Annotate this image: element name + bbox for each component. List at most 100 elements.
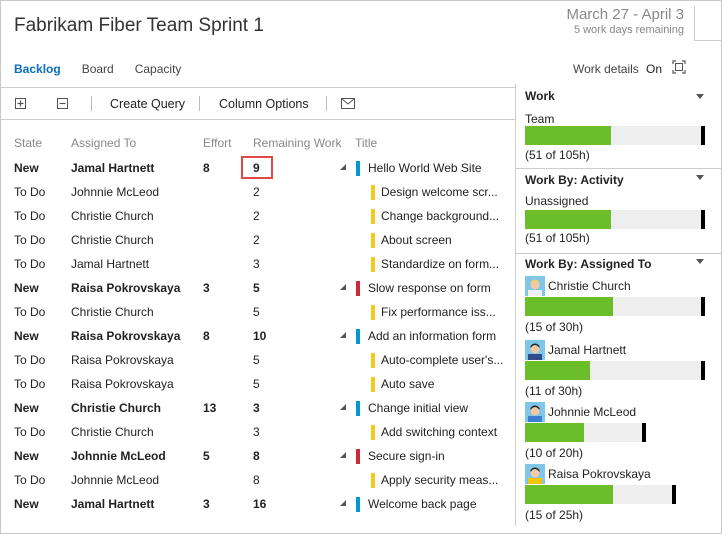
- row-title: Change background...: [381, 209, 500, 223]
- row-state: To Do: [14, 425, 46, 439]
- table-row[interactable]: New Johnnie McLeod 5 8 Secure sign-in: [0, 444, 515, 468]
- avatar: [525, 340, 545, 360]
- activity-unassigned-label: Unassigned: [525, 194, 589, 208]
- chevron-down-icon[interactable]: [696, 94, 704, 99]
- avatar: [525, 464, 545, 484]
- table-row[interactable]: To Do Raisa Pokrovskaya 5 Auto-complete use…: [0, 348, 515, 372]
- collapse-all-icon[interactable]: [57, 98, 68, 109]
- row-assigned-to: Raisa Pokrovskaya: [71, 329, 181, 343]
- column-header-assigned-to[interactable]: Assigned To: [71, 136, 136, 150]
- assigned-person-bar-fill: [525, 485, 613, 504]
- row-state: To Do: [14, 377, 46, 391]
- toolbar-separator: [326, 96, 327, 111]
- collapse-triangle-icon[interactable]: [340, 332, 346, 338]
- table-row[interactable]: To Do Christie Church 3 Add switching conte…: [0, 420, 515, 444]
- table-row[interactable]: To Do Christie Church 2 About screen: [0, 228, 515, 252]
- email-icon[interactable]: [341, 98, 355, 109]
- chevron-down-icon[interactable]: [696, 259, 704, 264]
- table-row[interactable]: To Do Johnnie McLeod 2 Design welcome scr..…: [0, 180, 515, 204]
- row-effort: 5: [203, 449, 210, 463]
- column-header-state[interactable]: State: [14, 136, 42, 150]
- avatar: [525, 276, 545, 296]
- column-header-title[interactable]: Title: [355, 136, 377, 150]
- assigned-person-bar: [525, 297, 705, 316]
- row-assigned-to: Johnnie McLeod: [71, 185, 160, 199]
- toolbar-separator: [91, 96, 92, 111]
- row-remaining-work: 8: [253, 473, 260, 487]
- row-remaining-work: 5: [253, 377, 260, 391]
- table-row[interactable]: To Do Johnnie McLeod 8 Apply security meas.…: [0, 468, 515, 492]
- tab-backlog[interactable]: Backlog: [14, 62, 61, 78]
- row-title: Welcome back page: [368, 497, 477, 511]
- assigned-person-bar: [525, 361, 705, 380]
- assigned-person-bar: [525, 485, 676, 504]
- work-by-assigned-panel: Work By: Assigned To Christie Church (15 …: [516, 254, 721, 526]
- column-header-remaining-work[interactable]: Remaining Work: [253, 136, 341, 150]
- work-item-color-bar: [371, 353, 375, 368]
- column-header-effort[interactable]: Effort: [203, 136, 231, 150]
- collapse-triangle-icon[interactable]: [340, 500, 346, 506]
- row-remaining-work: 16: [253, 497, 267, 511]
- row-assigned-to: Christie Church: [71, 401, 162, 415]
- table-row[interactable]: To Do Jamal Hartnett 3 Standardize on form.…: [0, 252, 515, 276]
- table-row[interactable]: To Do Christie Church 5 Fix performance iss…: [0, 300, 515, 324]
- row-assigned-to: Raisa Pokrovskaya: [71, 353, 174, 367]
- collapse-triangle-icon[interactable]: [340, 404, 346, 410]
- row-effort: 8: [203, 161, 210, 175]
- work-item-color-bar: [356, 497, 360, 512]
- work-team-bar-fill: [525, 126, 611, 145]
- work-item-color-bar: [371, 185, 375, 200]
- row-assigned-to: Christie Church: [71, 305, 154, 319]
- row-remaining-work: 3: [253, 257, 260, 271]
- fullscreen-icon[interactable]: [672, 60, 686, 74]
- work-item-color-bar: [371, 425, 375, 440]
- table-row[interactable]: To Do Christie Church 2 Change background..…: [0, 204, 515, 228]
- tab-capacity[interactable]: Capacity: [135, 62, 182, 78]
- row-assigned-to: Christie Church: [71, 209, 154, 223]
- assigned-person-count: (11 of 30h): [525, 384, 583, 398]
- row-title: Slow response on form: [368, 281, 491, 295]
- assigned-person-bar-fill: [525, 297, 613, 316]
- row-state: New: [14, 329, 39, 343]
- assigned-person-count: (15 of 30h): [525, 320, 584, 334]
- column-options-button[interactable]: Column Options: [219, 97, 309, 111]
- activity-unassigned-count: (51 of 105h): [525, 231, 590, 245]
- table-row[interactable]: New Raisa Pokrovskaya 3 5 Slow response on f…: [0, 276, 515, 300]
- row-state: To Do: [14, 257, 46, 271]
- expand-all-icon[interactable]: [15, 98, 26, 109]
- table-row[interactable]: New Jamal Hartnett 3 16 Welcome back page: [0, 492, 515, 516]
- activity-unassigned-bar-cap: [701, 210, 705, 229]
- work-details-toggle[interactable]: On: [646, 62, 662, 76]
- collapse-triangle-icon[interactable]: [340, 164, 346, 170]
- row-assigned-to: Jamal Hartnett: [71, 497, 155, 511]
- collapse-triangle-icon[interactable]: [340, 452, 346, 458]
- work-team-count: (51 of 105h): [525, 148, 590, 162]
- tab-board[interactable]: Board: [82, 62, 114, 78]
- row-assigned-to: Christie Church: [71, 425, 154, 439]
- row-state: To Do: [14, 209, 46, 223]
- chevron-down-icon[interactable]: [696, 175, 704, 180]
- row-effort: 13: [203, 401, 217, 415]
- row-remaining-work: 2: [253, 233, 260, 247]
- assigned-person-count: (15 of 25h): [525, 508, 584, 522]
- row-remaining-work: 5: [253, 305, 260, 319]
- row-title: Apply security meas...: [381, 473, 499, 487]
- row-remaining-work: 10: [253, 329, 267, 343]
- work-by-assigned-heading: Work By: Assigned To: [525, 257, 652, 271]
- row-title: Auto-complete user's...: [381, 353, 504, 367]
- table-row[interactable]: New Christie Church 13 3 Change initial view: [0, 396, 515, 420]
- avatar: [525, 402, 545, 422]
- row-title: Design welcome scr...: [381, 185, 498, 199]
- activity-unassigned-bar-fill: [525, 210, 611, 229]
- header-divider: [694, 6, 695, 41]
- collapse-triangle-icon[interactable]: [340, 284, 346, 290]
- row-state: New: [14, 449, 39, 463]
- page-title: Fabrikam Fiber Team Sprint 1: [14, 15, 264, 36]
- row-state: To Do: [14, 305, 46, 319]
- create-query-button[interactable]: Create Query: [110, 97, 185, 111]
- row-remaining-work: 2: [253, 185, 260, 199]
- table-row[interactable]: New Raisa Pokrovskaya 8 10 Add an informatio…: [0, 324, 515, 348]
- row-remaining-work: 2: [253, 209, 260, 223]
- row-title: Add switching context: [381, 425, 498, 439]
- table-row[interactable]: To Do Raisa Pokrovskaya 5 Auto save: [0, 372, 515, 396]
